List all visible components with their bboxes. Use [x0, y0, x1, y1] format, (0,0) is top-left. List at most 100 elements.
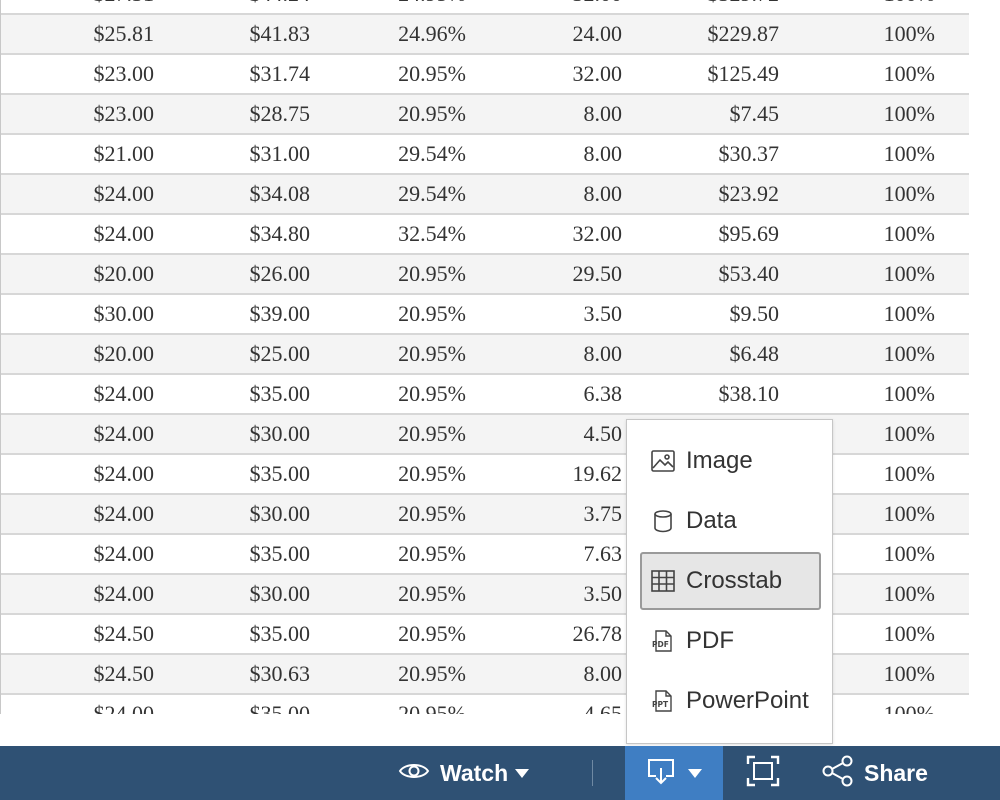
table-cell: $24.00 — [93, 381, 155, 406]
table-cell: $31.74 — [249, 61, 311, 86]
table-cell: $35.00 — [249, 541, 311, 566]
image-icon — [650, 448, 676, 474]
table-cell: $24.50 — [93, 621, 155, 646]
table-cell: $24.00 — [93, 181, 155, 206]
table-cell: 7.63 — [583, 541, 623, 566]
table-cell: $7.45 — [729, 101, 780, 126]
download-menu: Image Data Crosstab PDF PDF PPT PowerPoi… — [626, 419, 833, 744]
table-cell: 100% — [883, 181, 935, 206]
table-cell: $39.00 — [249, 301, 311, 326]
table-cell: 32.00 — [572, 221, 623, 246]
download-pdf-item[interactable]: PDF PDF — [640, 612, 821, 670]
table-cell: 26.78 — [572, 621, 623, 646]
table-cell: 100% — [884, 0, 935, 13]
download-button[interactable] — [625, 746, 723, 800]
share-icon — [822, 755, 854, 792]
table-row: $23.00 $31.74 20.95% 32.00 $125.49 100% — [1, 55, 969, 95]
table-cell: $28.75 — [249, 101, 311, 126]
table-cell: 32.00 — [572, 61, 623, 86]
pdf-icon: PDF — [650, 628, 676, 654]
table-cell: 32.00 — [573, 0, 623, 13]
table-cell: 8.00 — [583, 101, 623, 126]
database-icon — [650, 508, 676, 534]
table-cell: $23.00 — [93, 61, 155, 86]
table-cell: $25.00 — [249, 341, 311, 366]
powerpoint-icon: PPT — [650, 688, 676, 714]
table-cell: 29.54% — [398, 141, 466, 166]
table-cell: 8.00 — [583, 181, 623, 206]
svg-text:PPT: PPT — [652, 700, 669, 709]
table-row: $20.00 $25.00 20.95% 8.00 $6.48 100% — [1, 335, 969, 375]
download-powerpoint-item[interactable]: PPT PowerPoint — [640, 672, 821, 730]
download-data-item[interactable]: Data — [640, 492, 821, 550]
table-cell: $30.00 — [249, 501, 311, 526]
table-row: $21.00 $31.00 29.54% 8.00 $30.37 100% — [1, 135, 969, 175]
table-cell: 24.96% — [398, 21, 466, 46]
table-cell: $41.83 — [249, 21, 311, 46]
table-cell: $24.00 — [93, 581, 155, 606]
fullscreen-icon — [746, 755, 780, 792]
table-cell: $30.00 — [93, 301, 155, 326]
table-row: $24.00 $34.80 32.54% 32.00 $95.69 100% — [1, 215, 969, 255]
table-cell: 3.50 — [583, 581, 623, 606]
download-powerpoint-label: PowerPoint — [686, 687, 809, 714]
table-cell: $20.00 — [93, 341, 155, 366]
table-cell: $24.00 — [93, 461, 155, 486]
share-button[interactable]: Share — [822, 746, 928, 800]
table-cell: $23.92 — [718, 181, 780, 206]
table-cell: 4.50 — [583, 421, 623, 446]
table-cell: $24.00 — [93, 421, 155, 446]
table-cell: 100% — [883, 341, 935, 366]
table-cell: $30.00 — [249, 421, 311, 446]
table-cell: $9.50 — [729, 301, 780, 326]
table-cell: $34.80 — [249, 221, 311, 246]
download-pdf-label: PDF — [686, 627, 734, 654]
table-cell: 8.00 — [583, 661, 623, 686]
table-cell: $24.50 — [93, 661, 155, 686]
download-data-label: Data — [686, 507, 737, 534]
table-cell: 20.95% — [398, 101, 466, 126]
table-cell: $24.00 — [93, 701, 155, 714]
download-crosstab-label: Crosstab — [686, 567, 783, 594]
table-cell: 20.95% — [398, 701, 466, 714]
download-image-item[interactable]: Image — [640, 432, 821, 490]
table-cell: 24.95% — [398, 0, 466, 13]
table-cell: 100% — [883, 581, 935, 606]
table-cell: 20.95% — [398, 621, 466, 646]
table-cell: 24.00 — [572, 21, 623, 46]
table-cell: 100% — [883, 141, 935, 166]
table-row: $23.00 $28.75 20.95% 8.00 $7.45 100% — [1, 95, 969, 135]
table-cell: $35.00 — [249, 621, 311, 646]
fullscreen-button[interactable] — [745, 746, 781, 800]
table-cell: $38.10 — [718, 381, 780, 406]
table-cell: 32.54% — [398, 221, 466, 246]
table-row: $24.00 $34.08 29.54% 8.00 $23.92 100% — [1, 175, 969, 215]
table-cell: 100% — [883, 621, 935, 646]
table-cell: 8.00 — [583, 341, 623, 366]
watch-caret-icon — [515, 768, 530, 778]
table-row: $24.00 $35.00 20.95% 6.38 $38.10 100% — [1, 375, 969, 415]
download-crosstab-item[interactable]: Crosstab — [640, 552, 821, 610]
table-cell: 20.95% — [398, 61, 466, 86]
table-cell: 20.95% — [398, 261, 466, 286]
table-cell: 29.54% — [398, 181, 466, 206]
table-cell: $24.00 — [93, 221, 155, 246]
table-cell: 100% — [883, 381, 935, 406]
table-cell: 100% — [883, 501, 935, 526]
table-cell: $44.24 — [250, 0, 311, 13]
table-cell: $20.00 — [93, 261, 155, 286]
download-image-label: Image — [686, 447, 753, 474]
table-cell: 19.62 — [572, 461, 623, 486]
watch-button[interactable]: Watch — [398, 746, 530, 800]
table-cell: 20.95% — [398, 301, 466, 326]
table-cell: $30.00 — [249, 581, 311, 606]
table-cell: 100% — [883, 461, 935, 486]
table-cell: $25.81 — [93, 21, 155, 46]
table-cell: $34.08 — [249, 181, 311, 206]
table-cell: $229.87 — [707, 21, 780, 46]
table-cell: $35.00 — [249, 381, 311, 406]
table-row: $25.81 $41.83 24.96% 24.00 $229.87 100% — [1, 15, 969, 55]
table-cell: $95.69 — [718, 221, 780, 246]
bottom-toolbar: Watch Share — [0, 746, 1000, 800]
table-cell: $35.00 — [249, 701, 311, 714]
